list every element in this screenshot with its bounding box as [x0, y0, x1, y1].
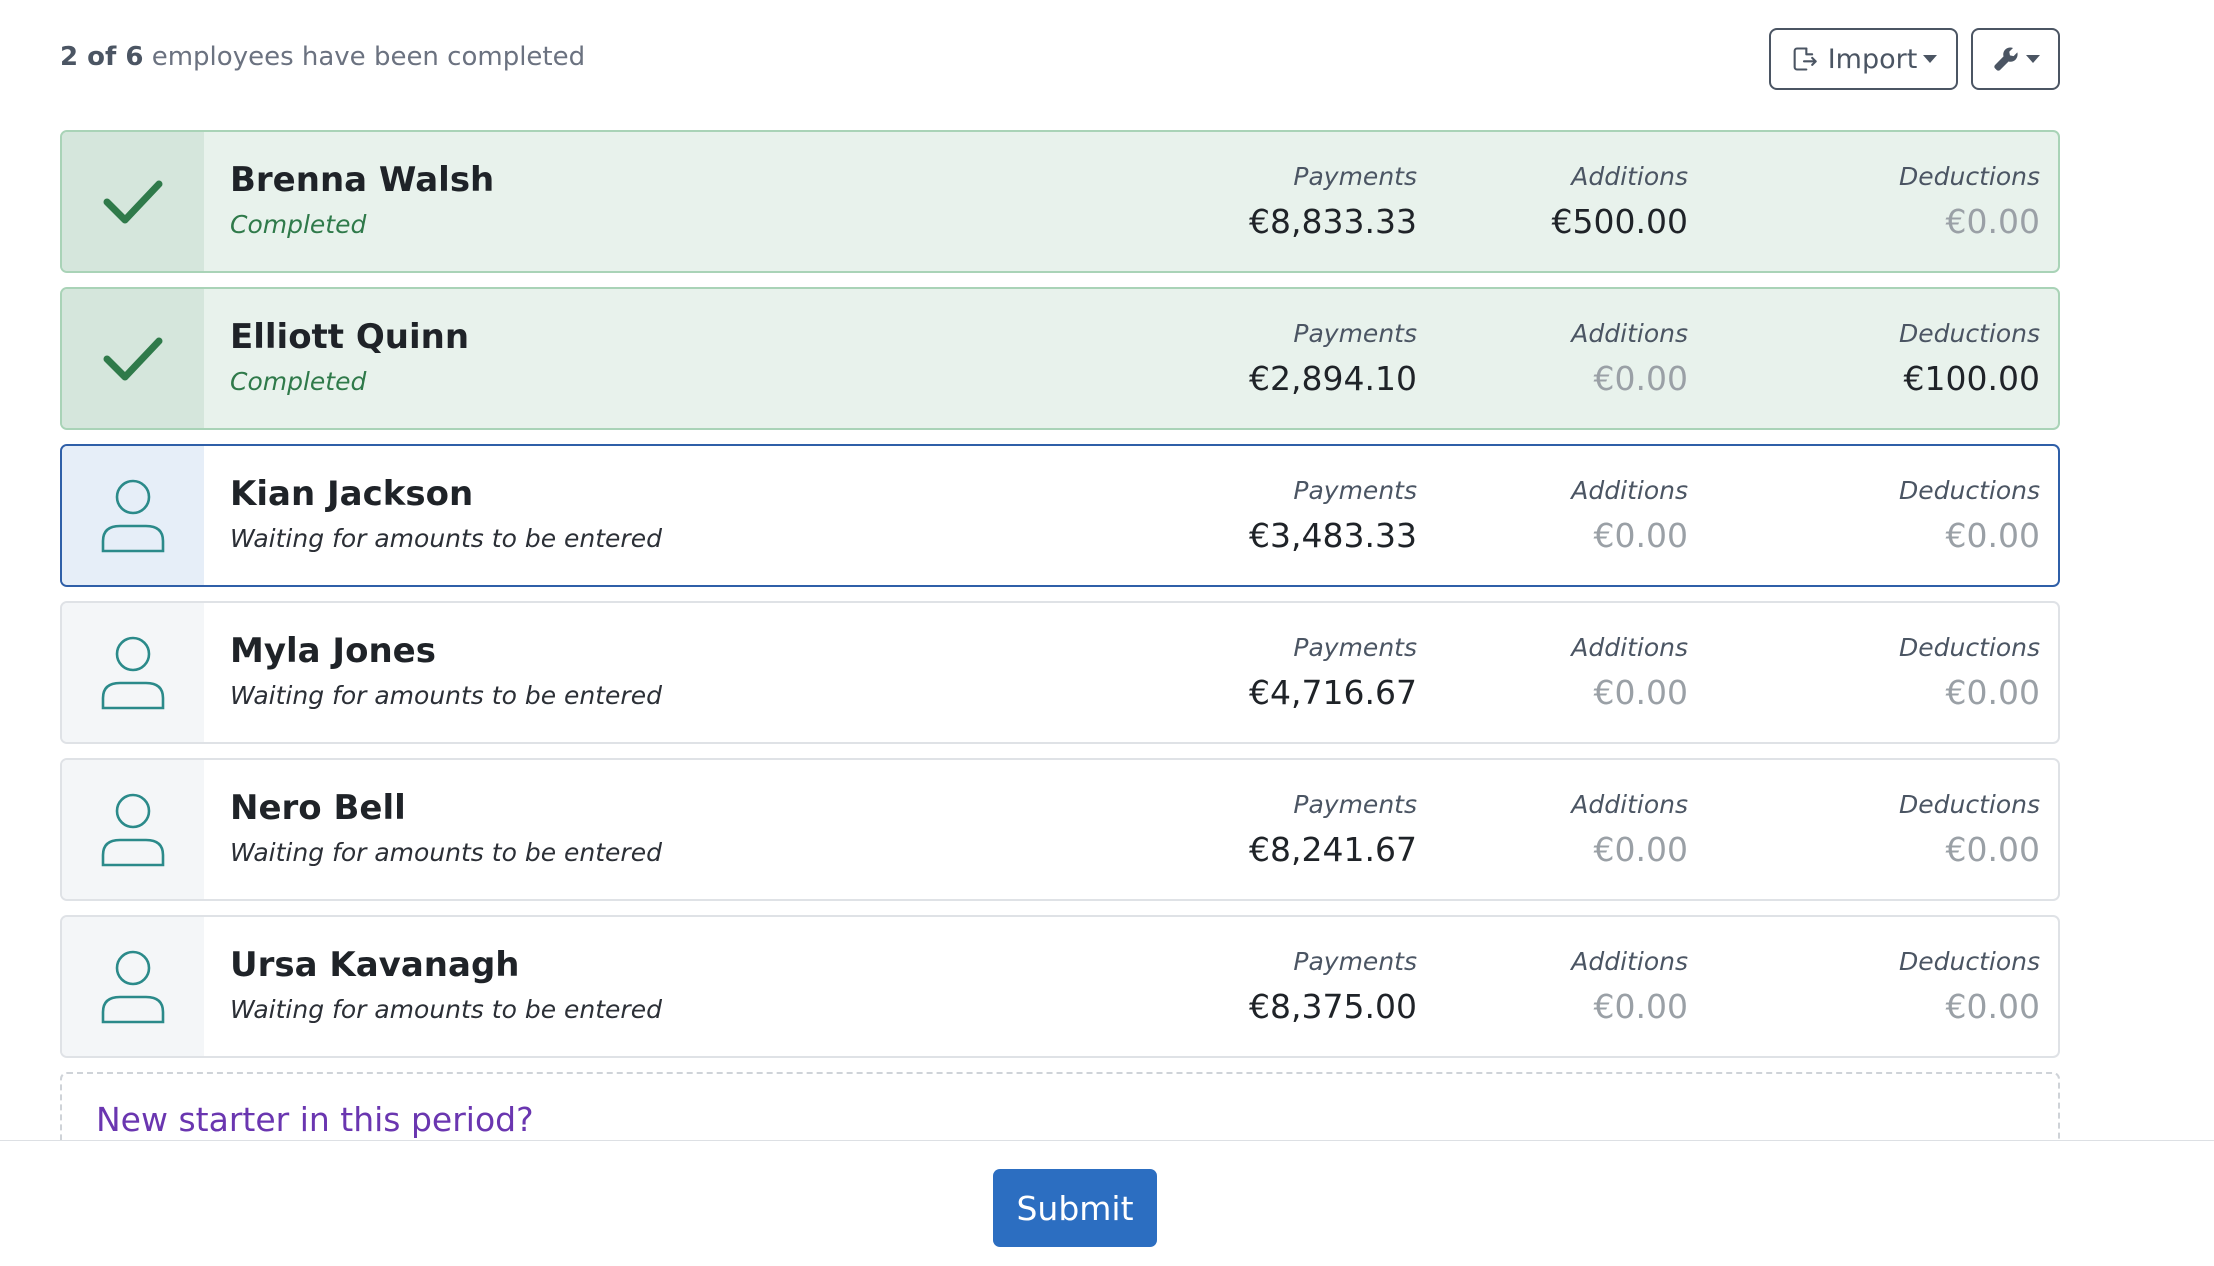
deductions-value: €0.00: [1945, 830, 2040, 869]
payments-value: €3,483.33: [1249, 516, 1417, 555]
deductions-column: Deductions €0.00: [1899, 476, 2040, 555]
employee-row[interactable]: Ursa Kavanagh Waiting for amounts to be e…: [60, 915, 2060, 1058]
chevron-down-icon: [1923, 55, 1938, 63]
additions-label: Additions: [1571, 790, 1688, 819]
person-icon: [62, 760, 204, 899]
additions-value: €0.00: [1593, 516, 1688, 555]
additions-label: Additions: [1571, 162, 1688, 191]
deductions-label: Deductions: [1898, 162, 2040, 191]
payments-label: Payments: [1293, 947, 1417, 976]
additions-column: Additions €0.00: [1571, 633, 1688, 712]
deductions-label: Deductions: [1898, 319, 2040, 348]
additions-label: Additions: [1571, 633, 1688, 662]
employee-status: Waiting for amounts to be entered: [230, 681, 662, 710]
deductions-column: Deductions €0.00: [1899, 790, 2040, 869]
payments-label: Payments: [1293, 162, 1417, 191]
employee-row[interactable]: Elliott Quinn Completed Payments €2,894.10 A…: [60, 287, 2060, 430]
deductions-value: €0.00: [1945, 987, 2040, 1026]
deductions-label: Deductions: [1898, 476, 2040, 505]
payments-value: €4,716.67: [1249, 673, 1417, 712]
payments-column: Payments €3,483.33: [1249, 476, 1417, 555]
new-starter-link[interactable]: New starter in this period?: [96, 1100, 534, 1139]
payments-label: Payments: [1293, 790, 1417, 819]
deductions-column: Deductions €100.00: [1899, 319, 2040, 398]
employee-name: Ursa Kavanagh: [230, 945, 520, 985]
completion-count: 2 of 6: [60, 42, 144, 72]
additions-column: Additions €0.00: [1571, 476, 1688, 555]
payments-label: Payments: [1293, 476, 1417, 505]
import-button[interactable]: Import: [1769, 28, 1958, 90]
payroll-page: 2 of 6 employees have been completed Imp…: [0, 0, 2214, 1266]
employee-status: Waiting for amounts to be entered: [230, 838, 662, 867]
employee-name: Elliott Quinn: [230, 317, 470, 357]
payments-column: Payments €8,375.00: [1249, 947, 1417, 1026]
deductions-label: Deductions: [1898, 947, 2040, 976]
checkmark-icon: [62, 289, 204, 428]
payments-column: Payments €2,894.10: [1249, 319, 1417, 398]
additions-column: Additions €0.00: [1571, 319, 1688, 398]
employee-name: Myla Jones: [230, 631, 436, 671]
payments-column: Payments €8,833.33: [1249, 162, 1417, 241]
payments-value: €8,241.67: [1249, 830, 1417, 869]
deductions-label: Deductions: [1898, 790, 2040, 819]
person-icon: [62, 446, 204, 585]
deductions-column: Deductions €0.00: [1899, 162, 2040, 241]
deductions-value: €100.00: [1903, 359, 2040, 398]
completion-text: employees have been completed: [151, 42, 586, 72]
deductions-value: €0.00: [1945, 516, 2040, 555]
import-label: Import: [1827, 43, 1918, 75]
employee-row[interactable]: Kian Jackson Waiting for amounts to be en…: [60, 444, 2060, 587]
chevron-down-icon: [2025, 55, 2040, 63]
employee-row[interactable]: Nero Bell Waiting for amounts to be enter…: [60, 758, 2060, 901]
additions-value: €0.00: [1593, 359, 1688, 398]
deductions-label: Deductions: [1898, 633, 2040, 662]
person-icon: [62, 917, 204, 1056]
payments-value: €2,894.10: [1249, 359, 1417, 398]
payments-label: Payments: [1293, 633, 1417, 662]
employee-status: Waiting for amounts to be entered: [230, 995, 662, 1024]
employee-row[interactable]: Brenna Walsh Completed Payments €8,833.33 Ad…: [60, 130, 2060, 273]
submit-button[interactable]: Submit: [993, 1169, 1157, 1247]
additions-value: €0.00: [1593, 830, 1688, 869]
checkmark-icon: [62, 132, 204, 271]
employee-status: Completed: [230, 210, 367, 239]
tools-dropdown-button[interactable]: [1971, 28, 2060, 90]
additions-label: Additions: [1571, 319, 1688, 348]
additions-value: €0.00: [1593, 987, 1688, 1026]
additions-value: €500.00: [1551, 202, 1688, 241]
additions-label: Additions: [1571, 476, 1688, 505]
employee-status: Waiting for amounts to be entered: [230, 524, 662, 553]
additions-column: Additions €0.00: [1571, 790, 1688, 869]
payments-value: €8,375.00: [1249, 987, 1417, 1026]
employee-row[interactable]: Myla Jones Waiting for amounts to be ente…: [60, 601, 2060, 744]
payments-value: €8,833.33: [1249, 202, 1417, 241]
person-icon: [62, 603, 204, 742]
deductions-column: Deductions €0.00: [1899, 947, 2040, 1026]
employee-name: Brenna Walsh: [230, 160, 495, 200]
payments-column: Payments €4,716.67: [1249, 633, 1417, 712]
employee-name: Nero Bell: [230, 788, 406, 828]
wrench-icon: [1992, 45, 2020, 73]
deductions-value: €0.00: [1945, 673, 2040, 712]
employee-status: Completed: [230, 367, 367, 396]
footer-bar: Submit: [0, 1140, 2214, 1266]
additions-value: €0.00: [1593, 673, 1688, 712]
payments-column: Payments €8,241.67: [1249, 790, 1417, 869]
toolbar: 2 of 6 employees have been completed Imp…: [60, 28, 2060, 92]
completion-summary: 2 of 6 employees have been completed: [60, 42, 585, 72]
additions-label: Additions: [1571, 947, 1688, 976]
employee-list: Brenna Walsh Completed Payments €8,833.33 Ad…: [60, 130, 2060, 1152]
export-icon: [1790, 45, 1818, 73]
additions-column: Additions €500.00: [1552, 162, 1688, 241]
deductions-column: Deductions €0.00: [1899, 633, 2040, 712]
additions-column: Additions €0.00: [1571, 947, 1688, 1026]
payments-label: Payments: [1293, 319, 1417, 348]
employee-name: Kian Jackson: [230, 474, 474, 514]
deductions-value: €0.00: [1945, 202, 2040, 241]
